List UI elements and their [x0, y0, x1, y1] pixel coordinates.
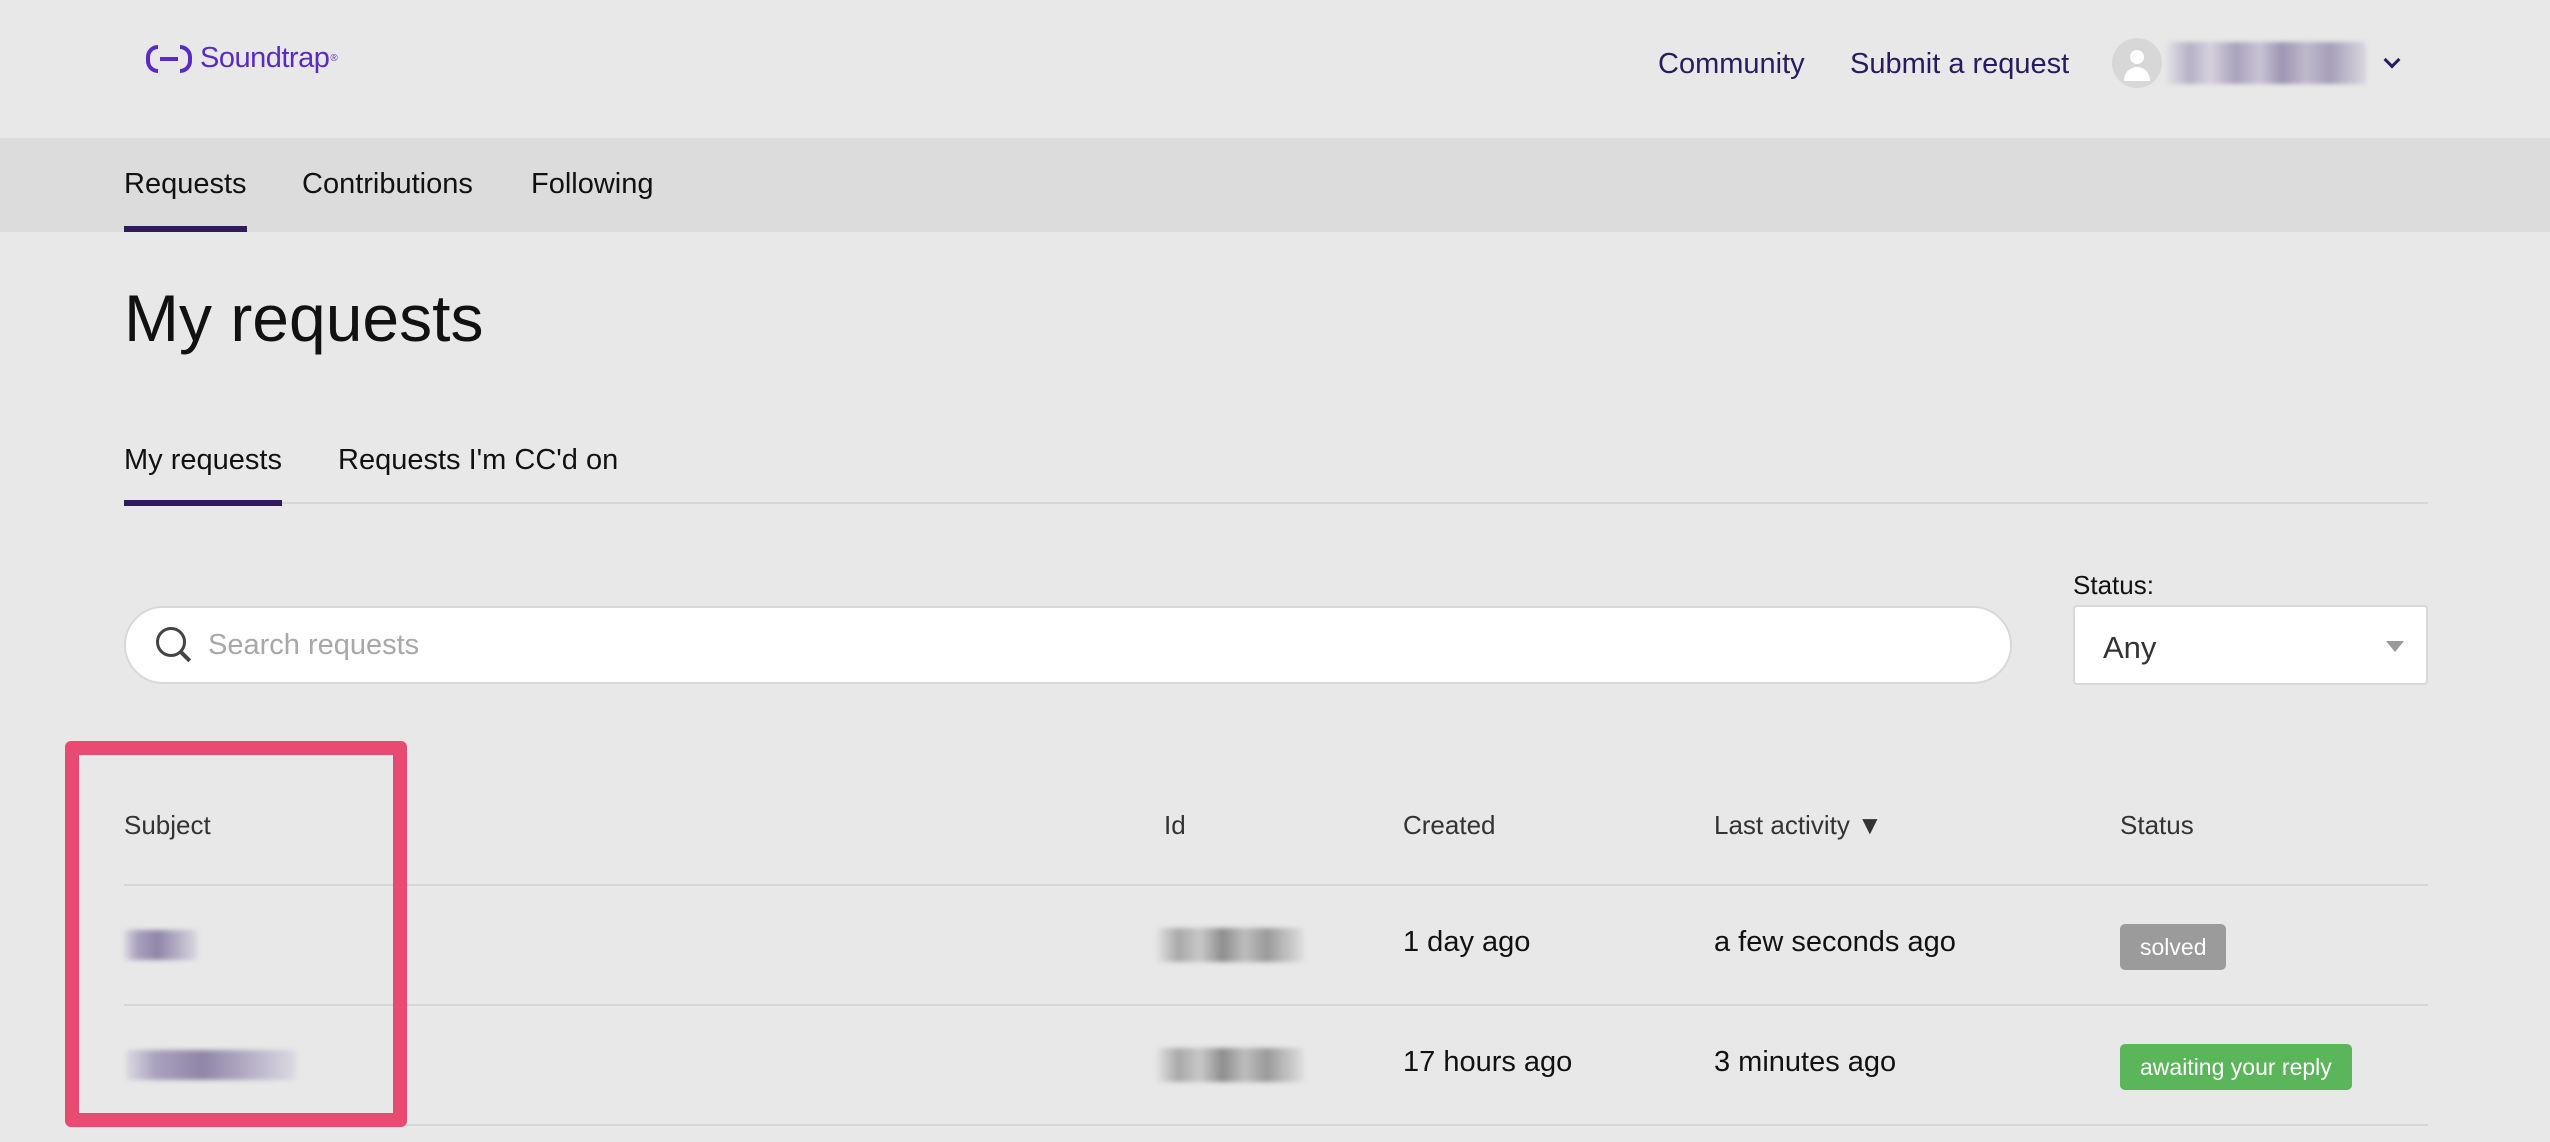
request-id [1156, 928, 1304, 962]
submit-request-link[interactable]: Submit a request [1850, 48, 2069, 81]
community-link[interactable]: Community [1658, 48, 1805, 81]
status-filter-label: Status: [2073, 570, 2154, 600]
table-row[interactable]: 17 hours ago 3 minutes ago awaiting your… [124, 1006, 2428, 1126]
status-badge: solved [2120, 924, 2227, 970]
column-header-last-activity[interactable]: Last activity ▼ [1714, 810, 1883, 841]
subnav-contributions[interactable]: Contributions [302, 168, 473, 232]
chevron-down-icon[interactable] [2384, 56, 2398, 70]
profile-subnav: Requests Contributions Following [0, 138, 2550, 232]
column-header-subject[interactable]: Subject [124, 810, 211, 841]
logo-registered-mark: ® [330, 53, 338, 64]
request-tabs: My requests Requests I'm CC'd on [124, 434, 2428, 506]
request-created: 1 day ago [1403, 926, 1531, 958]
table-row[interactable]: 1 day ago a few seconds ago solved [124, 886, 2428, 1006]
user-avatar-icon[interactable] [2112, 38, 2162, 88]
status-filter-select[interactable]: Any [2073, 605, 2428, 685]
search-box[interactable] [124, 606, 2012, 684]
soundtrap-logo-icon [146, 44, 192, 73]
subnav-requests[interactable]: Requests [124, 168, 247, 232]
user-name-redacted[interactable] [2166, 42, 2366, 84]
page-title: My requests [124, 281, 484, 355]
status-badge: awaiting your reply [2120, 1044, 2352, 1090]
request-subject-link[interactable] [124, 930, 198, 960]
dropdown-arrow-icon [2386, 641, 2404, 652]
search-icon [154, 625, 194, 665]
request-id [1156, 1048, 1304, 1082]
tab-my-requests[interactable]: My requests [124, 444, 282, 506]
logo-text: Soundtrap [200, 42, 330, 74]
column-header-status[interactable]: Status [2120, 810, 2194, 841]
request-last-activity: 3 minutes ago [1714, 1046, 1897, 1078]
column-header-created[interactable]: Created [1403, 810, 1496, 841]
search-input[interactable] [208, 628, 1908, 662]
tab-ccd-requests[interactable]: Requests I'm CC'd on [338, 444, 618, 504]
status-filter-value: Any [2103, 630, 2157, 665]
site-header: Soundtrap ® Community Submit a request [0, 0, 2550, 138]
request-created: 17 hours ago [1403, 1046, 1573, 1078]
subnav-following[interactable]: Following [531, 168, 654, 232]
request-subject-link[interactable] [126, 1050, 296, 1080]
column-header-id[interactable]: Id [1164, 810, 1186, 841]
soundtrap-logo[interactable]: Soundtrap ® [146, 42, 338, 75]
request-last-activity: a few seconds ago [1714, 926, 1956, 958]
user-menu[interactable] [2112, 38, 2398, 88]
